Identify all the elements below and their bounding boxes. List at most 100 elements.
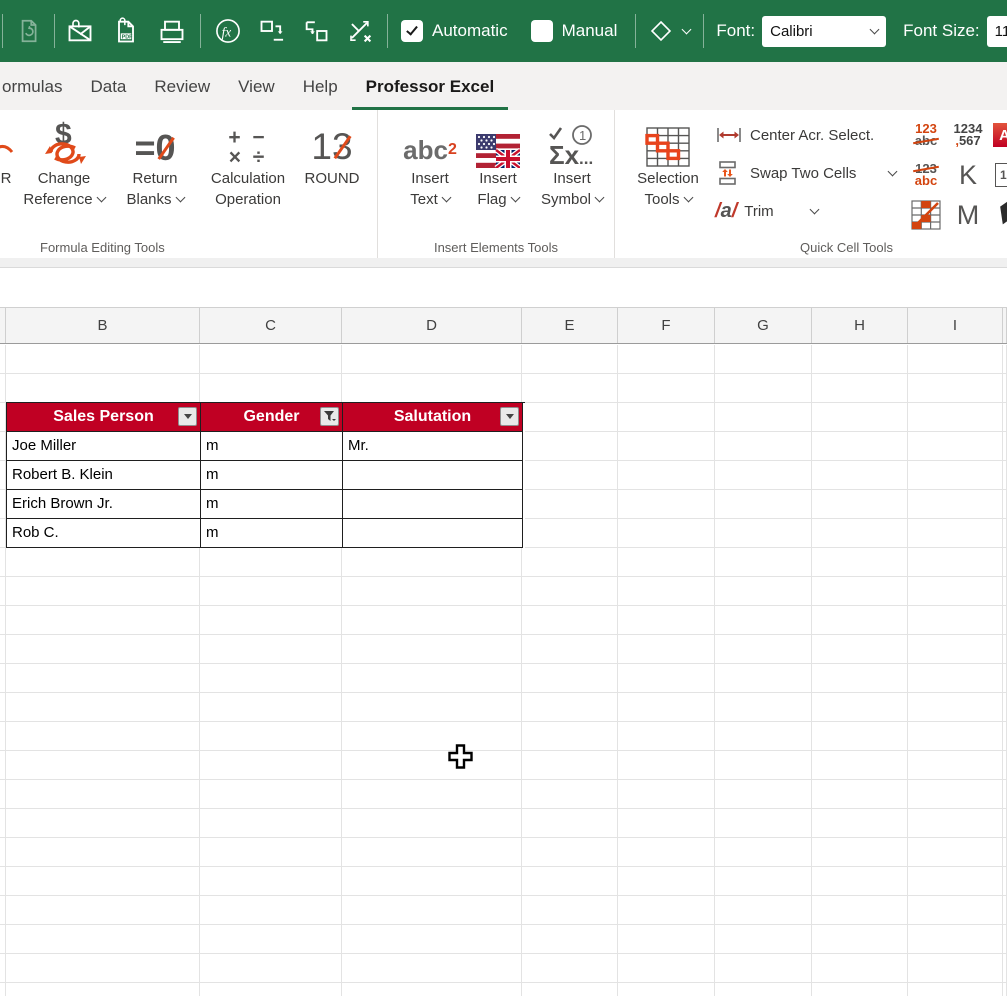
tab-view[interactable]: View bbox=[224, 77, 289, 110]
grid-cell[interactable] bbox=[908, 780, 1003, 809]
grid-cell[interactable] bbox=[618, 606, 715, 635]
grid-cell[interactable] bbox=[715, 780, 812, 809]
grid-cell[interactable] bbox=[618, 432, 715, 461]
tab-help[interactable]: Help bbox=[289, 77, 352, 110]
text-to-number-icon[interactable]: 123 abc bbox=[907, 116, 945, 154]
grid-cell[interactable] bbox=[618, 896, 715, 925]
column-header-D[interactable]: D bbox=[342, 308, 522, 343]
grid-cell[interactable] bbox=[715, 809, 812, 838]
grid-cell[interactable] bbox=[200, 780, 342, 809]
grid-cell[interactable] bbox=[908, 664, 1003, 693]
millions-m-icon[interactable]: M bbox=[949, 196, 987, 234]
grid-cell[interactable] bbox=[200, 345, 342, 374]
grid-cell[interactable] bbox=[1003, 925, 1007, 954]
grid-cell[interactable] bbox=[715, 867, 812, 896]
table-cell[interactable]: Robert B. Klein bbox=[7, 461, 201, 490]
grid-cell[interactable] bbox=[618, 577, 715, 606]
grid-cell[interactable] bbox=[618, 954, 715, 983]
print-document-icon[interactable] bbox=[157, 16, 187, 46]
table-cell[interactable]: m bbox=[201, 490, 343, 519]
grid-cell[interactable] bbox=[908, 432, 1003, 461]
grid-cell[interactable] bbox=[342, 809, 522, 838]
filter-active-button[interactable] bbox=[320, 407, 339, 426]
grid-cell[interactable] bbox=[522, 896, 618, 925]
grid-cell[interactable] bbox=[6, 809, 200, 838]
grid-cell[interactable] bbox=[522, 664, 618, 693]
grid-cell[interactable] bbox=[908, 577, 1003, 606]
return-blanks-button[interactable]: =0 Return Blanks bbox=[112, 110, 198, 210]
column-header-I[interactable]: I bbox=[908, 308, 1003, 343]
grid-cell[interactable] bbox=[200, 374, 342, 403]
grid-cell[interactable] bbox=[908, 722, 1003, 751]
grid-cell[interactable] bbox=[812, 345, 908, 374]
grid-cell[interactable] bbox=[715, 519, 812, 548]
grid-cell[interactable] bbox=[618, 374, 715, 403]
trim-button[interactable]: /a/ Trim bbox=[715, 192, 896, 230]
grid-cell[interactable] bbox=[342, 374, 522, 403]
grid-cell[interactable] bbox=[715, 722, 812, 751]
insert-symbol-button[interactable]: 1 Σx ... Insert Symbol bbox=[530, 110, 614, 210]
grid-cell[interactable] bbox=[908, 345, 1003, 374]
grid-cell[interactable] bbox=[812, 548, 908, 577]
copy-document-link-icon[interactable] bbox=[13, 16, 43, 46]
grid-cell[interactable] bbox=[200, 548, 342, 577]
swap-two-cells-button[interactable]: Swap Two Cells bbox=[715, 154, 896, 192]
grid-cell[interactable] bbox=[812, 751, 908, 780]
grid-cell[interactable] bbox=[6, 606, 200, 635]
grid-cell[interactable] bbox=[715, 403, 812, 432]
grid-cell[interactable] bbox=[715, 432, 812, 461]
grid-cell[interactable] bbox=[342, 664, 522, 693]
grid-cell[interactable] bbox=[618, 838, 715, 867]
grid-cell[interactable] bbox=[1003, 577, 1007, 606]
grid-cell[interactable] bbox=[6, 751, 200, 780]
grid-cell[interactable] bbox=[1003, 461, 1007, 490]
grid-cell[interactable] bbox=[342, 345, 522, 374]
column-header-H[interactable]: H bbox=[812, 308, 908, 343]
grid-cell[interactable] bbox=[522, 693, 618, 722]
table-cell[interactable] bbox=[343, 519, 523, 548]
grid-cell[interactable] bbox=[200, 983, 342, 996]
automatic-checkbox[interactable] bbox=[401, 20, 423, 42]
cutoff-button[interactable]: R bbox=[0, 110, 16, 210]
grid-cell[interactable] bbox=[522, 461, 618, 490]
grid-cell[interactable] bbox=[200, 954, 342, 983]
grid-cell[interactable] bbox=[812, 664, 908, 693]
grid-cell[interactable] bbox=[200, 838, 342, 867]
grid-cell[interactable] bbox=[1003, 983, 1007, 996]
grid-cell[interactable] bbox=[812, 432, 908, 461]
grid-cell[interactable] bbox=[1003, 606, 1007, 635]
grid-cell[interactable] bbox=[715, 374, 812, 403]
grid-cell[interactable] bbox=[715, 693, 812, 722]
grid-cell[interactable] bbox=[812, 519, 908, 548]
grid-cell[interactable] bbox=[200, 577, 342, 606]
grid-cell[interactable] bbox=[6, 838, 200, 867]
grid-cell[interactable] bbox=[342, 577, 522, 606]
grid-cell[interactable] bbox=[908, 925, 1003, 954]
grid-cell[interactable] bbox=[715, 983, 812, 996]
grid-cell[interactable] bbox=[812, 635, 908, 664]
grid-cell[interactable] bbox=[812, 867, 908, 896]
grid-cell[interactable] bbox=[522, 838, 618, 867]
grid-cell[interactable] bbox=[342, 635, 522, 664]
font-select[interactable]: Calibri bbox=[762, 16, 886, 47]
grid-cell[interactable] bbox=[812, 577, 908, 606]
grid-cell[interactable] bbox=[715, 838, 812, 867]
grid-cell[interactable] bbox=[6, 925, 200, 954]
grid-cell[interactable] bbox=[908, 983, 1003, 996]
grid-cell[interactable] bbox=[618, 722, 715, 751]
table-cell[interactable]: Joe Miller bbox=[7, 432, 201, 461]
grid-cell[interactable] bbox=[618, 548, 715, 577]
grid-cell[interactable] bbox=[6, 548, 200, 577]
grid-cell[interactable] bbox=[200, 722, 342, 751]
table-cell[interactable]: Erich Brown Jr. bbox=[7, 490, 201, 519]
grid-cell[interactable] bbox=[908, 751, 1003, 780]
grid-cell[interactable] bbox=[522, 635, 618, 664]
grid-cell[interactable] bbox=[618, 519, 715, 548]
grid-cell[interactable] bbox=[1003, 954, 1007, 983]
grid-cell[interactable] bbox=[908, 403, 1003, 432]
grid-cell[interactable] bbox=[908, 635, 1003, 664]
grid-cell[interactable] bbox=[618, 635, 715, 664]
grid-cell[interactable] bbox=[908, 374, 1003, 403]
grid-cell[interactable] bbox=[1003, 403, 1007, 432]
black-diamond-icon[interactable] bbox=[991, 196, 1007, 234]
